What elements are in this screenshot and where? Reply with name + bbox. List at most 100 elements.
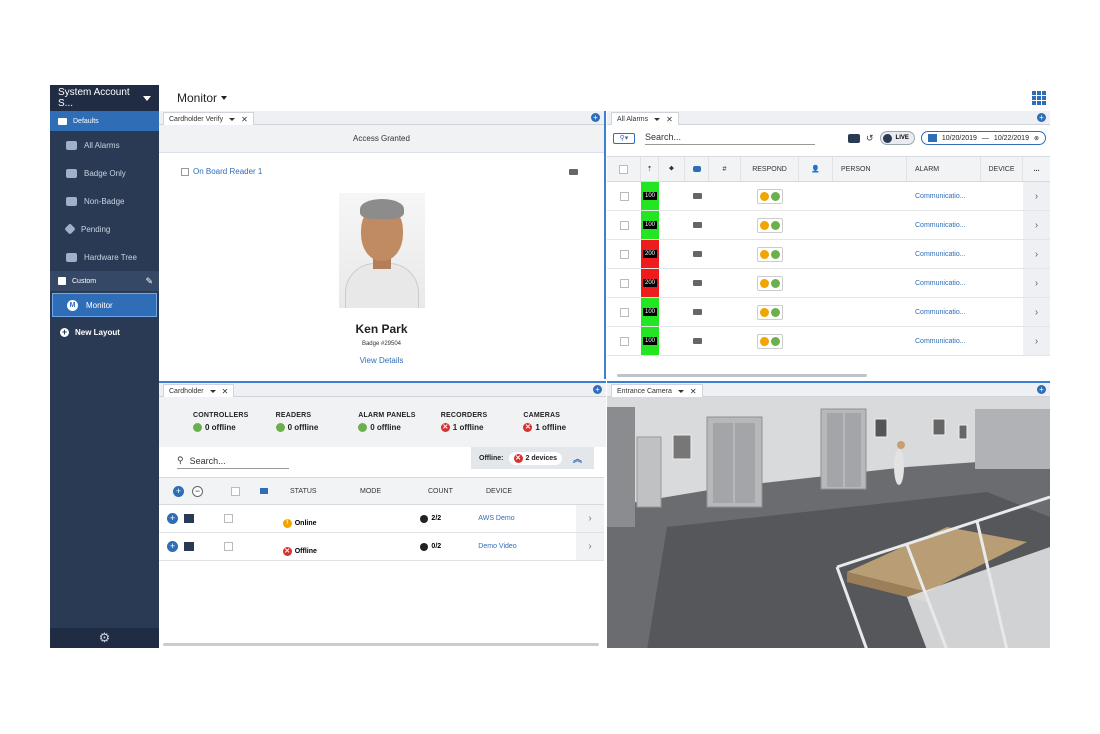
date-range-picker[interactable]: 10/20/2019 — 10/22/2019 ⊗ xyxy=(920,131,1046,145)
camera-icon[interactable] xyxy=(569,169,578,175)
acknowledge-icon[interactable] xyxy=(760,278,769,288)
select-all-checkbox[interactable] xyxy=(231,486,240,496)
respond-buttons[interactable] xyxy=(757,246,783,262)
sidebar-item-pending[interactable]: Pending xyxy=(50,215,159,243)
sidebar-item-badge-only[interactable]: Badge Only xyxy=(50,159,159,187)
account-selector[interactable]: System Account S... xyxy=(50,85,159,111)
tab-cardholder[interactable]: Cardholder ✕ xyxy=(163,384,235,397)
row-checkbox[interactable] xyxy=(223,542,233,551)
select-all-checkbox[interactable] xyxy=(619,164,628,174)
check-icon[interactable] xyxy=(771,336,780,346)
column-alarm[interactable]: ALARM xyxy=(907,157,981,181)
column-person[interactable]: PERSON xyxy=(833,157,907,181)
alarm-link[interactable]: Communicatio... xyxy=(907,327,981,355)
close-icon[interactable]: ✕ xyxy=(222,387,229,396)
row-checkbox[interactable] xyxy=(619,278,629,288)
settings-button[interactable]: ⚙ xyxy=(50,628,159,648)
chevron-down-icon[interactable] xyxy=(209,389,216,393)
device-link[interactable]: AWS Demo xyxy=(478,515,576,522)
stat-item[interactable]: CAMERAS ✕ 1 offline xyxy=(523,412,606,432)
chevron-right-icon[interactable]: › xyxy=(1023,269,1050,297)
camera-icon[interactable] xyxy=(692,251,702,257)
collapse-chevron-icon[interactable]: ︽ xyxy=(573,452,582,465)
table-row[interactable]: 200 Communicatio... › xyxy=(607,269,1050,298)
alarm-link[interactable]: Communicatio... xyxy=(907,211,981,239)
device-link[interactable]: Demo Video xyxy=(478,543,576,550)
expand-all-button[interactable]: + xyxy=(173,485,184,497)
chevron-down-icon[interactable] xyxy=(677,389,684,393)
camera-icon[interactable] xyxy=(692,222,702,228)
alarm-link[interactable]: Communicatio... xyxy=(907,269,981,297)
offline-devices-badge[interactable]: ✕ 2 devices xyxy=(508,451,563,465)
chevron-right-icon[interactable]: › xyxy=(1023,327,1050,355)
tab-all-alarms[interactable]: All Alarms ✕ xyxy=(611,112,679,125)
video-column-icon[interactable] xyxy=(685,157,709,181)
history-icon[interactable]: ↺ xyxy=(866,133,874,144)
sidebar-item-monitor[interactable]: M Monitor xyxy=(52,293,157,317)
alarm-link[interactable]: Communicatio... xyxy=(907,298,981,326)
sidebar-item-hardware-tree[interactable]: Hardware Tree xyxy=(50,243,159,271)
respond-buttons[interactable] xyxy=(757,333,783,349)
table-row[interactable]: + ✕ Offline 0/2 Demo Video › xyxy=(159,533,605,561)
chevron-right-icon[interactable]: › xyxy=(576,505,605,532)
filter-icon[interactable] xyxy=(847,133,860,143)
row-checkbox[interactable] xyxy=(619,220,629,230)
column-respond[interactable]: RESPOND xyxy=(741,157,799,181)
add-panel-button[interactable]: + xyxy=(1037,385,1046,394)
check-icon[interactable] xyxy=(771,307,780,317)
column-count[interactable]: COUNT xyxy=(428,488,486,495)
horizontal-scrollbar[interactable] xyxy=(617,374,867,377)
add-panel-button[interactable]: + xyxy=(1037,113,1046,122)
chevron-right-icon[interactable]: › xyxy=(576,533,605,560)
row-checkbox[interactable] xyxy=(223,514,233,523)
chevron-down-icon[interactable] xyxy=(654,117,661,121)
add-panel-button[interactable]: + xyxy=(593,385,602,394)
layout-selector[interactable]: Monitor xyxy=(177,91,228,105)
column-status[interactable]: STATUS xyxy=(290,488,360,495)
table-row[interactable]: 100 Communicatio... › xyxy=(607,298,1050,327)
live-toggle[interactable]: LIVE xyxy=(879,131,915,145)
check-icon[interactable] xyxy=(771,220,780,230)
acknowledge-icon[interactable] xyxy=(760,220,769,230)
new-layout-button[interactable]: + New Layout xyxy=(50,319,159,345)
sidebar-section-defaults[interactable]: Defaults xyxy=(50,111,159,131)
close-icon[interactable]: ✕ xyxy=(241,115,248,124)
row-checkbox[interactable] xyxy=(619,249,629,259)
column-mode[interactable]: MODE xyxy=(360,488,428,495)
check-icon[interactable] xyxy=(771,191,780,201)
add-panel-button[interactable]: + xyxy=(591,113,600,122)
expand-row-button[interactable]: + xyxy=(166,513,178,524)
table-row[interactable]: 100 Communicatio... › xyxy=(607,211,1050,240)
acknowledge-icon[interactable] xyxy=(760,307,769,317)
expand-row-button[interactable]: + xyxy=(166,541,178,552)
acknowledge-icon[interactable] xyxy=(760,191,769,201)
cardholder-search-input[interactable]: ⚲ Search... xyxy=(177,455,289,469)
camera-video-feed[interactable] xyxy=(607,397,1050,648)
alarm-link[interactable]: Communicatio... xyxy=(907,182,981,210)
respond-buttons[interactable] xyxy=(757,188,783,204)
search-options-button[interactable]: ⚲▾ xyxy=(613,132,635,144)
close-icon[interactable]: ✕ xyxy=(666,115,673,124)
priority-column-icon[interactable]: ⇡ xyxy=(641,157,659,181)
collapse-all-button[interactable]: − xyxy=(192,485,203,497)
camera-icon[interactable] xyxy=(692,309,702,315)
sidebar-section-custom[interactable]: Custom ✎ xyxy=(50,271,159,291)
respond-buttons[interactable] xyxy=(757,304,783,320)
video-column-icon[interactable] xyxy=(260,488,268,494)
stat-item[interactable]: ALARM PANELS 0 offline xyxy=(358,412,441,432)
column-number[interactable]: # xyxy=(709,157,741,181)
edit-pencil-icon[interactable]: ✎ xyxy=(145,276,153,287)
table-row[interactable]: 100 Communicatio... › xyxy=(607,327,1050,356)
state-column-icon[interactable]: ⬥ xyxy=(659,157,685,181)
table-row[interactable]: + ! Online 2/2 AWS Demo › xyxy=(159,505,605,533)
acknowledge-icon[interactable] xyxy=(760,249,769,259)
camera-icon[interactable] xyxy=(692,280,702,286)
stat-item[interactable]: READERS 0 offline xyxy=(275,412,359,432)
clear-date-icon[interactable]: ⊗ xyxy=(1034,135,1039,142)
stat-item[interactable]: RECORDERS ✕ 1 offline xyxy=(440,412,524,432)
respond-buttons[interactable] xyxy=(757,217,783,233)
view-details-link[interactable]: View Details xyxy=(159,356,604,365)
column-device[interactable]: DEVICE xyxy=(486,488,512,495)
column-device[interactable]: DEVICE xyxy=(981,157,1023,181)
close-icon[interactable]: ✕ xyxy=(690,387,697,396)
